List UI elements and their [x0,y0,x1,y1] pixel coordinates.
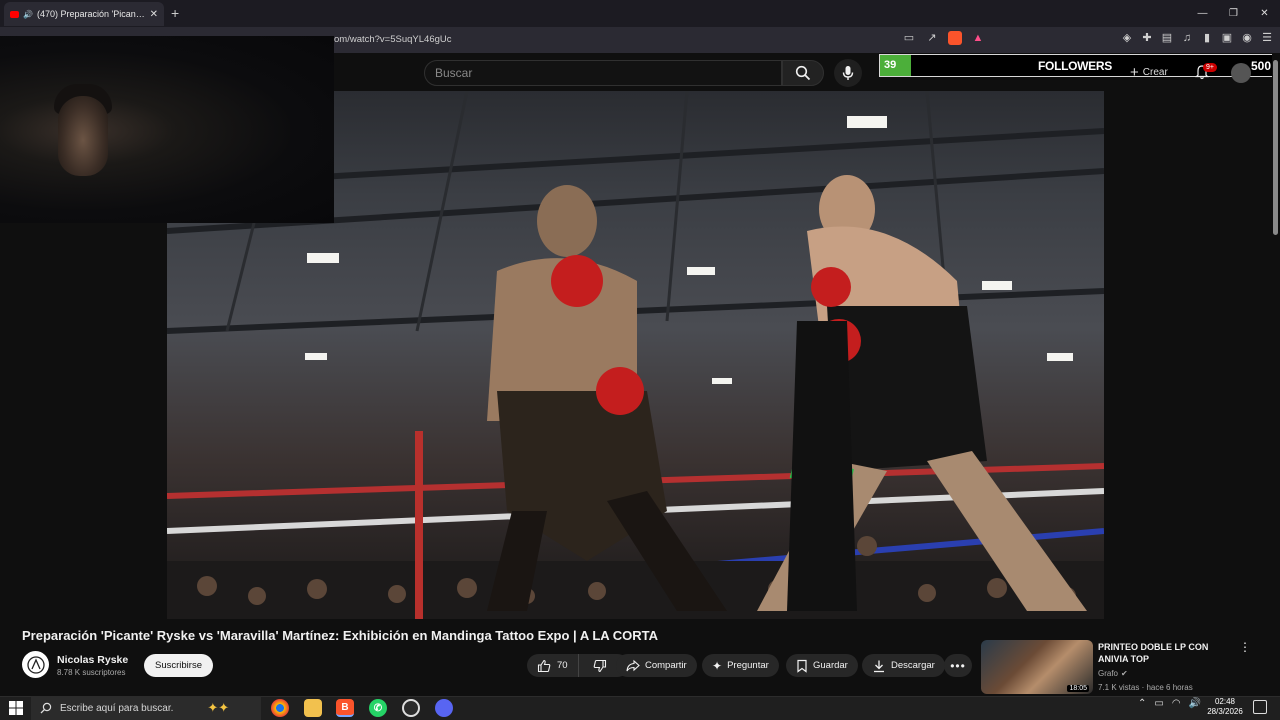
webcam-overlay [0,36,334,223]
recommendation-menu-icon[interactable]: ⋮ [1239,640,1251,654]
scrollbar-thumb[interactable] [1273,60,1278,235]
thumbs-down-icon [593,659,606,672]
download-icon [874,660,884,672]
browser-tab-strip [0,0,1280,27]
audio-playing-icon[interactable]: 🔊 [23,10,33,19]
verified-check-icon: ✔ [1121,669,1128,678]
reader-icon[interactable]: ▤ [1160,31,1174,45]
recommendation-thumbnail[interactable]: 18:05 [981,640,1093,694]
sidebar-icon[interactable]: ▮ [1200,31,1214,45]
recommendation-channel[interactable]: Grafo ✔ [1098,669,1128,678]
new-tab-button[interactable]: + [171,5,179,21]
like-dislike-group: 70 [527,654,629,677]
browser-tab[interactable]: 🔊 (470) Preparación 'Picante' Ry ✕ [4,2,164,26]
subscribe-button[interactable]: Suscribirse [144,654,213,677]
taskbar-search-box[interactable]: Escribe aquí para buscar. ✦✦ [31,696,261,720]
recommendation-meta: 7.1 K vistas · hace 6 horas [1098,683,1193,692]
share-label: Compartir [645,660,687,671]
taskbar-search-placeholder: Escribe aquí para buscar. [60,702,174,714]
notification-center-icon[interactable] [1253,700,1267,714]
account-avatar[interactable] [1231,63,1251,83]
search-icon [795,65,811,81]
recommendation-channel-name: Grafo [1098,669,1119,678]
plus-icon: + [1130,64,1139,81]
file-explorer-icon[interactable] [304,699,322,717]
menu-icon[interactable]: ☰ [1260,31,1274,45]
window-controls: — ❐ ✕ [1187,0,1280,27]
channel-name[interactable]: Nicolas Ryske [57,654,128,666]
microphone-icon [842,66,854,80]
clock-time: 02:48 [1214,697,1236,706]
share-page-icon[interactable]: ↗ [925,31,939,45]
windows-start-icon[interactable] [8,700,24,716]
notification-badge: 9+ [1203,63,1217,72]
download-label: Descargar [891,660,935,671]
more-horizontal-icon: ••• [950,658,966,673]
network-icon[interactable]: ▭ [1154,698,1163,709]
create-label: Crear [1142,67,1168,78]
obs-icon[interactable] [402,699,420,717]
puzzle-extensions-icon[interactable]: ✚ [1140,31,1154,45]
recommendation-duration: 18:05 [1067,685,1089,692]
search-highlight-icon: ✦✦ [207,700,230,715]
download-button[interactable]: Descargar [862,654,945,677]
like-button[interactable]: 70 [527,654,579,677]
more-actions-button[interactable]: ••• [944,654,972,677]
headset-icon[interactable]: ◠ [1172,698,1181,709]
channel-avatar[interactable] [22,651,49,678]
followers-current: 39 [884,59,897,71]
youtube-favicon-icon [10,10,19,18]
system-tray: ⌃ ▭ ◠ 🔊 [1138,698,1201,709]
volume-icon[interactable]: 🔊 [1189,698,1201,709]
media-icon[interactable]: ♫ [1180,31,1194,45]
save-button[interactable]: Guardar [786,654,858,677]
cast-icon[interactable]: ▭ [902,31,916,45]
channel-logo-icon [26,655,45,674]
browser-toolbar-icons: ◈ ✚ ▤ ♫ ▮ ▣ ◉ ☰ [1120,31,1274,45]
taskbar-clock[interactable]: 02:48 28/3/2026 [1203,697,1247,717]
tab-title: (470) Preparación 'Picante' Ry [36,9,146,19]
ask-label: Preguntar [727,660,769,671]
voice-search-button[interactable] [834,59,862,87]
webcam-person-face [58,96,108,176]
share-button[interactable]: Compartir [616,654,697,677]
whatsapp-icon[interactable]: ✆ [369,699,387,717]
chrome-icon[interactable] [271,699,289,717]
brave-rewards-icon[interactable]: ▲ [971,31,985,45]
followers-label: FOLLOWERS [1038,59,1112,73]
address-bar-actions: ▭ ↗ ▲ [902,31,985,45]
url-field[interactable]: om/watch?v=5SuqYL46gUc [334,34,452,45]
vpn-icon[interactable]: ◉ [1240,31,1254,45]
video-title: Preparación 'Picante' Ryske vs 'Maravill… [22,628,659,643]
followers-goal: 500 [1250,59,1271,73]
brave-shield-icon[interactable] [948,31,962,45]
clock-date: 28/3/2026 [1207,707,1243,716]
recommendation-title[interactable]: PRINTEO DOBLE LP CON ANIVIA TOP [1098,641,1228,665]
maximize-button[interactable]: ❐ [1218,0,1249,27]
search-button[interactable] [782,60,824,86]
wallet-icon[interactable]: ▣ [1220,31,1234,45]
create-button[interactable]: + Crear [1130,64,1168,81]
sparkle-icon: ✦ [712,658,723,673]
bookmark-icon [797,659,807,673]
thumbs-up-icon [537,659,551,672]
close-tab-icon[interactable]: ✕ [150,9,158,20]
ask-button[interactable]: ✦ Preguntar [702,654,779,677]
dislike-button[interactable] [584,659,616,673]
close-window-button[interactable]: ✕ [1249,0,1280,27]
discord-icon[interactable] [435,699,453,717]
channel-subscriber-count: 8.78 K suscriptores [57,668,126,677]
minimize-button[interactable]: — [1187,0,1218,27]
save-label: Guardar [813,660,848,671]
brave-browser-icon[interactable]: B [336,699,354,717]
like-count: 70 [557,660,568,671]
search-input[interactable]: Buscar [424,60,782,86]
search-icon [40,702,52,714]
tray-overflow-icon[interactable]: ⌃ [1138,698,1146,709]
share-arrow-icon [626,659,640,671]
extension-icon[interactable]: ◈ [1120,31,1134,45]
